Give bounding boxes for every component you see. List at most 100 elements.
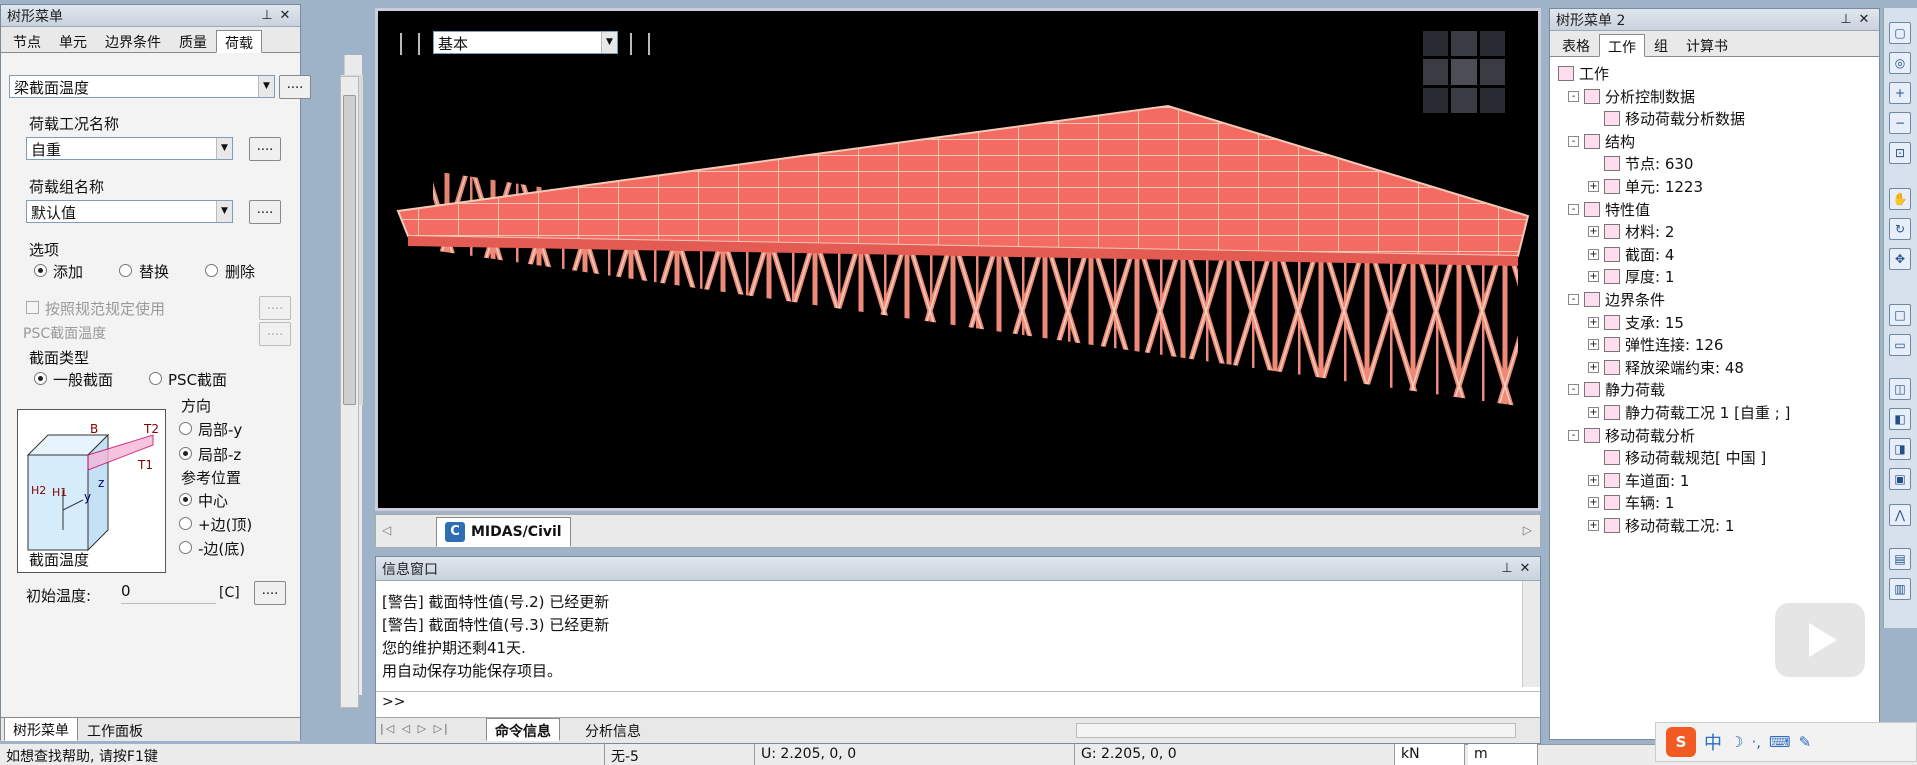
expand-icon[interactable]: + [1588,316,1599,328]
close-icon[interactable]: ✕ [1855,12,1873,27]
message-hscroll[interactable] [1076,723,1516,738]
view-left-icon[interactable]: ◧ [1889,408,1911,430]
tree-item[interactable]: 工作 [1558,63,1609,84]
nav-buttons-icon[interactable]: |◁ ◁ ▷ ▷| [380,722,450,735]
view-bottom-icon[interactable]: ▣ [1889,468,1911,490]
view-select[interactable]: 基本 ▼ [433,31,618,54]
sec-general-radio[interactable] [34,372,47,385]
tree-item[interactable]: - 边界条件 [1568,289,1665,310]
command-input[interactable]: >> [376,691,1540,715]
tab-node[interactable]: 节点 [4,29,50,52]
view-axis-icon[interactable]: ⋀ [1889,504,1911,526]
ref-top-radio[interactable] [179,517,192,530]
dir-local-z-radio[interactable] [179,447,192,460]
load-type-select[interactable]: 梁截面温度 ▼ [9,75,275,98]
tree-item[interactable]: + 弹性连接: 126 [1588,334,1723,355]
hidden-icon[interactable]: ▤ [1889,548,1911,570]
tab-report[interactable]: 计算书 [1677,33,1737,56]
tab-load[interactable]: 荷载 [216,30,262,53]
tree-item[interactable]: 移动荷载规范[ 中国 ] [1588,447,1766,468]
message-scrollbar[interactable] [1522,581,1540,687]
tab-tree-menu[interactable]: 树形菜单 [4,718,78,741]
tab-group[interactable]: 组 [1645,33,1677,56]
pin-icon[interactable]: ⊥ [1498,561,1516,576]
expand-icon[interactable]: + [1588,361,1599,373]
expand-icon[interactable]: + [1588,271,1599,283]
view-top-icon[interactable]: ▭ [1889,334,1911,356]
tree-item[interactable]: + 材料: 2 [1588,221,1674,242]
load-group-select[interactable]: 默认值 ▼ [26,200,233,223]
tab-midas-civil[interactable]: C MIDAS/Civil [436,517,571,547]
tree-item[interactable]: 移动荷载分析数据 [1588,108,1745,129]
force-unit-select[interactable]: kN [1395,744,1465,765]
tree-item[interactable]: 节点: 630 [1588,153,1693,174]
tree-item[interactable]: + 厚度: 1 [1588,266,1674,287]
by-code-checkbox[interactable] [26,301,39,314]
tab-analysis-info[interactable]: 分析信息 [576,718,650,741]
tab-boundary[interactable]: 边界条件 [96,29,170,52]
expand-icon[interactable]: + [1588,181,1599,192]
play-button-icon[interactable] [1775,603,1865,677]
moon-icon[interactable]: ☽ [1730,733,1743,751]
expand-icon[interactable]: + [1588,407,1599,418]
zoom-window-icon[interactable]: ▢ [1889,22,1911,44]
view-front-icon[interactable]: □ [1889,304,1911,326]
expand-icon[interactable]: + [1588,226,1599,238]
opt-add-radio[interactable] [34,264,47,277]
load-type-more-button[interactable]: .... [279,75,311,99]
tree-item[interactable]: - 静力荷载 [1568,379,1665,400]
psc-temp-more-button[interactable]: .... [259,322,291,346]
by-code-more-button[interactable]: .... [259,296,291,320]
render-icon[interactable]: ▥ [1889,578,1911,600]
dir-local-y-radio[interactable] [179,422,192,435]
wrench-icon[interactable]: ✎ [1799,733,1812,751]
tree-item[interactable]: - 结构 [1568,131,1635,152]
expand-icon[interactable]: + [1588,497,1599,509]
close-icon[interactable]: ✕ [276,8,294,23]
rotate-icon[interactable]: ↻ [1889,218,1911,240]
model-viewport[interactable]: 基本 ▼ [375,8,1541,511]
collapse-icon[interactable]: - [1568,429,1579,441]
zoom-in-icon[interactable]: + [1889,82,1911,104]
tree-item[interactable]: - 移动荷载分析 [1568,425,1695,446]
view-navigator-icon[interactable] [1423,31,1505,113]
pin-icon[interactable]: ⊥ [1837,12,1855,27]
opt-delete-radio[interactable] [205,264,218,277]
view-right-icon[interactable]: ◨ [1889,438,1911,460]
tree-item[interactable]: + 移动荷载工况: 1 [1588,515,1734,536]
punct-icon[interactable]: ·, [1751,733,1761,751]
tree-item[interactable]: - 特性值 [1568,199,1650,220]
expand-icon[interactable]: + [1588,248,1599,260]
tab-work[interactable]: 工作 [1599,34,1645,57]
sec-psc-radio[interactable] [149,372,162,385]
collapse-icon[interactable]: - [1568,135,1579,147]
load-group-more-button[interactable]: .... [249,200,281,224]
view-left-handle-icon[interactable] [400,33,420,55]
tree-item[interactable]: + 静力荷载工况 1 [自重 ; ] [1588,402,1790,423]
pin-icon[interactable]: ⊥ [258,8,276,23]
pan-icon[interactable]: ✋ [1889,188,1911,210]
keyboard-icon[interactable]: ⌨ [1769,733,1791,751]
tree-item[interactable]: - 分析控制数据 [1568,86,1695,107]
tab-element[interactable]: 单元 [50,29,96,52]
length-unit-select[interactable]: m [1468,744,1538,765]
tab-table[interactable]: 表格 [1553,33,1599,56]
tree-item[interactable]: + 单元: 1223 [1588,176,1703,197]
expand-icon[interactable]: + [1588,474,1599,486]
scroll-right-icon[interactable]: ▷ [1523,523,1532,537]
tree-item[interactable]: + 支承: 15 [1588,312,1684,333]
tab-work-panel[interactable]: 工作面板 [78,718,152,741]
close-icon[interactable]: ✕ [1516,561,1534,576]
expand-icon[interactable]: + [1588,520,1599,531]
collapse-icon[interactable]: - [1568,294,1579,305]
zoom-out-icon[interactable]: − [1889,112,1911,134]
ref-bottom-radio[interactable] [179,541,192,554]
load-case-more-button[interactable]: .... [249,137,281,161]
tab-command-info[interactable]: 命令信息 [486,718,560,741]
scroll-left-icon[interactable]: ◁ [382,523,391,537]
expand-icon[interactable]: + [1588,339,1599,351]
tree-item[interactable]: + 释放梁端约束: 48 [1588,357,1744,378]
ime-lang[interactable]: 中 [1704,729,1722,755]
ref-center-radio[interactable] [179,493,192,506]
load-case-select[interactable]: 自重 ▼ [26,137,233,160]
